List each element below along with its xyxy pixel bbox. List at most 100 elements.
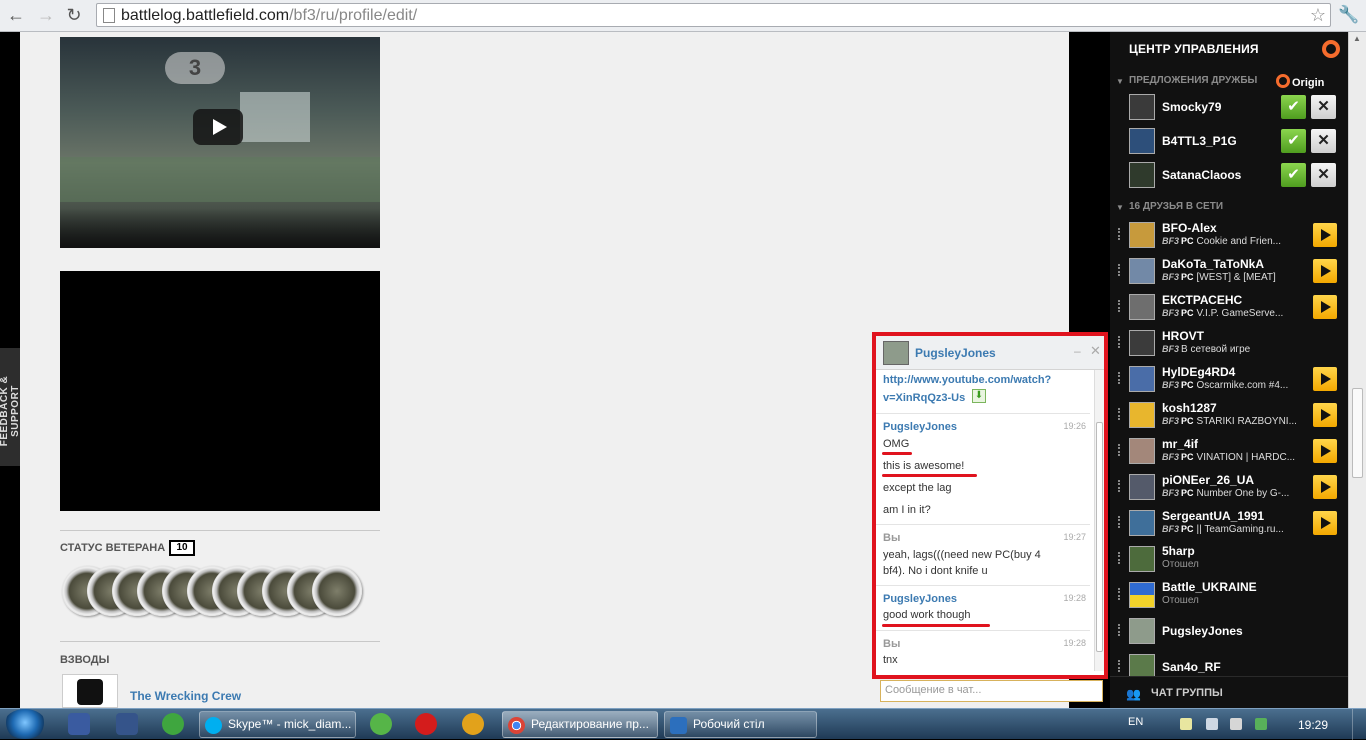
drag-handle-icon[interactable]	[1118, 480, 1120, 492]
page-scrollbar[interactable]: ▲	[1348, 32, 1366, 708]
clock[interactable]: 19:29	[1298, 718, 1328, 732]
request-name[interactable]: Smocky79	[1162, 100, 1221, 114]
opera-icon[interactable]	[415, 713, 437, 735]
app-icon[interactable]	[462, 713, 484, 735]
accept-button[interactable]: ✔	[1281, 129, 1306, 153]
avatar[interactable]	[1129, 94, 1155, 120]
collapse-arrow-icon[interactable]: ▼	[1116, 77, 1124, 86]
friend-name[interactable]: mr_4if	[1162, 437, 1198, 451]
chat-link[interactable]: http://www.youtube.com/watch?	[883, 374, 1051, 386]
avatar[interactable]	[1129, 546, 1155, 572]
chat-link[interactable]: v=XinRqQz3-Us	[883, 392, 965, 404]
chat-header[interactable]: PugsleyJones – ✕	[876, 336, 1104, 370]
friend-row[interactable]: kosh1287 BF3 PC STARIKI RAZBOYNI...	[1110, 397, 1348, 433]
avatar[interactable]	[1129, 294, 1155, 320]
decline-button[interactable]: ✕	[1311, 129, 1336, 153]
taskbar-skype[interactable]: Skype™ - mick_diam...	[199, 711, 356, 738]
join-game-button[interactable]	[1313, 511, 1337, 535]
avatar[interactable]	[1129, 330, 1155, 356]
tray-icon[interactable]	[1180, 718, 1192, 730]
friend-row[interactable]: mr_4if BF3 PC VINATION | HARDC...	[1110, 433, 1348, 469]
drag-handle-icon[interactable]	[1118, 660, 1120, 672]
utorrent-icon[interactable]	[370, 713, 392, 735]
friend-name[interactable]: piONEer_26_UA	[1162, 473, 1254, 487]
group-chat-label[interactable]: ЧАТ ГРУППЫ	[1151, 687, 1223, 699]
drag-handle-icon[interactable]	[1118, 516, 1120, 528]
friend-row[interactable]: Battle_UKRAINE Отошел	[1110, 577, 1348, 613]
request-name[interactable]: B4TTL3_P1G	[1162, 134, 1237, 148]
drag-handle-icon[interactable]	[1118, 444, 1120, 456]
start-button[interactable]	[4, 709, 46, 739]
drag-handle-icon[interactable]	[1118, 588, 1120, 600]
friend-name[interactable]: 5harp	[1162, 544, 1195, 558]
avatar[interactable]	[1129, 162, 1155, 188]
app-icon[interactable]	[116, 713, 138, 735]
friend-name[interactable]: HylDEg4RD4	[1162, 365, 1235, 379]
accept-button[interactable]: ✔	[1281, 95, 1306, 119]
app-icon[interactable]	[162, 713, 184, 735]
avatar[interactable]	[1129, 618, 1155, 644]
friend-row[interactable]: San4o_RF	[1110, 649, 1348, 676]
drag-handle-icon[interactable]	[1118, 336, 1120, 348]
join-game-button[interactable]	[1313, 259, 1337, 283]
friend-name[interactable]: San4o_RF	[1162, 660, 1221, 674]
video-player-2[interactable]	[60, 271, 380, 511]
chat-scrollbar[interactable]	[1094, 370, 1104, 671]
play-icon[interactable]	[193, 109, 243, 145]
join-game-button[interactable]	[1313, 403, 1337, 427]
drag-handle-icon[interactable]	[1118, 552, 1120, 564]
friend-name[interactable]: HROVT	[1162, 329, 1204, 343]
avatar[interactable]	[1129, 366, 1155, 392]
volume-icon[interactable]	[1230, 718, 1242, 730]
address-bar[interactable]: battlelog.battlefield.com/bf3/ru/profile…	[96, 3, 1331, 27]
chat-scroll-thumb[interactable]	[1096, 422, 1103, 652]
reload-icon[interactable]: ↻	[62, 4, 86, 28]
friend-row[interactable]: DaKoTa_TaToNkA BF3 PC [WEST] & [MEAT]	[1110, 253, 1348, 289]
friend-name[interactable]: BFO-Alex	[1162, 221, 1217, 235]
join-game-button[interactable]	[1313, 223, 1337, 247]
wrench-menu-icon[interactable]: 🔧	[1338, 5, 1360, 25]
group-chat-bar[interactable]: 👥 ЧАТ ГРУППЫ	[1110, 676, 1348, 708]
avatar[interactable]	[1129, 582, 1155, 608]
show-desktop-button[interactable]	[1352, 709, 1366, 740]
drag-handle-icon[interactable]	[1118, 372, 1120, 384]
friend-row[interactable]: BFO-Alex BF3 PC Cookie and Frien...	[1110, 217, 1348, 253]
friend-name[interactable]: PugsleyJones	[1162, 624, 1243, 638]
friend-row[interactable]: 5harp Отошел	[1110, 541, 1348, 577]
avatar[interactable]	[1129, 258, 1155, 284]
friend-name[interactable]: ЕКСТРАСЕНС	[1162, 293, 1242, 307]
drag-handle-icon[interactable]	[1118, 228, 1120, 240]
chat-title[interactable]: PugsleyJones	[915, 346, 996, 360]
language-indicator[interactable]: EN	[1128, 716, 1143, 728]
bookmark-star-icon[interactable]: ☆	[1310, 5, 1326, 26]
message-sender[interactable]: PugsleyJones	[883, 421, 957, 433]
back-icon[interactable]: ←	[4, 4, 28, 28]
dogtag-medal[interactable]	[312, 566, 362, 616]
friend-row[interactable]: HylDEg4RD4 BF3 PC Oscarmike.com #4...	[1110, 361, 1348, 397]
request-name[interactable]: SatanaClaoos	[1162, 168, 1241, 182]
taskbar-chrome[interactable]: Редактирование пр...	[502, 711, 658, 738]
drag-handle-icon[interactable]	[1118, 264, 1120, 276]
decline-button[interactable]: ✕	[1311, 163, 1336, 187]
network-icon[interactable]	[1206, 718, 1218, 730]
drag-handle-icon[interactable]	[1118, 624, 1120, 636]
friend-row[interactable]: ЕКСТРАСЕНС BF3 PC V.I.P. GameServe...	[1110, 289, 1348, 325]
platoon-emblem[interactable]	[62, 674, 118, 708]
friend-name[interactable]: Battle_UKRAINE	[1162, 580, 1257, 594]
minimize-icon[interactable]: –	[1074, 344, 1081, 358]
tray-icon[interactable]	[1255, 718, 1267, 730]
join-game-button[interactable]	[1313, 295, 1337, 319]
friend-name[interactable]: DaKoTa_TaToNkA	[1162, 257, 1264, 271]
friend-requests-label[interactable]: ПРЕДЛОЖЕНИЯ ДРУЖБЫ	[1129, 75, 1257, 86]
taskbar-desktop[interactable]: Робочий стіл	[664, 711, 817, 738]
avatar[interactable]	[1129, 510, 1155, 536]
join-game-button[interactable]	[1313, 475, 1337, 499]
feedback-support-tab[interactable]: FEEDBACK & SUPPORT	[0, 348, 21, 466]
forward-icon[interactable]: →	[34, 4, 58, 28]
avatar[interactable]	[1129, 128, 1155, 154]
join-game-button[interactable]	[1313, 367, 1337, 391]
save-icon[interactable]	[68, 713, 90, 735]
chat-input[interactable]: Сообщение в чат...	[880, 680, 1103, 702]
avatar[interactable]	[1129, 474, 1155, 500]
accept-button[interactable]: ✔	[1281, 163, 1306, 187]
